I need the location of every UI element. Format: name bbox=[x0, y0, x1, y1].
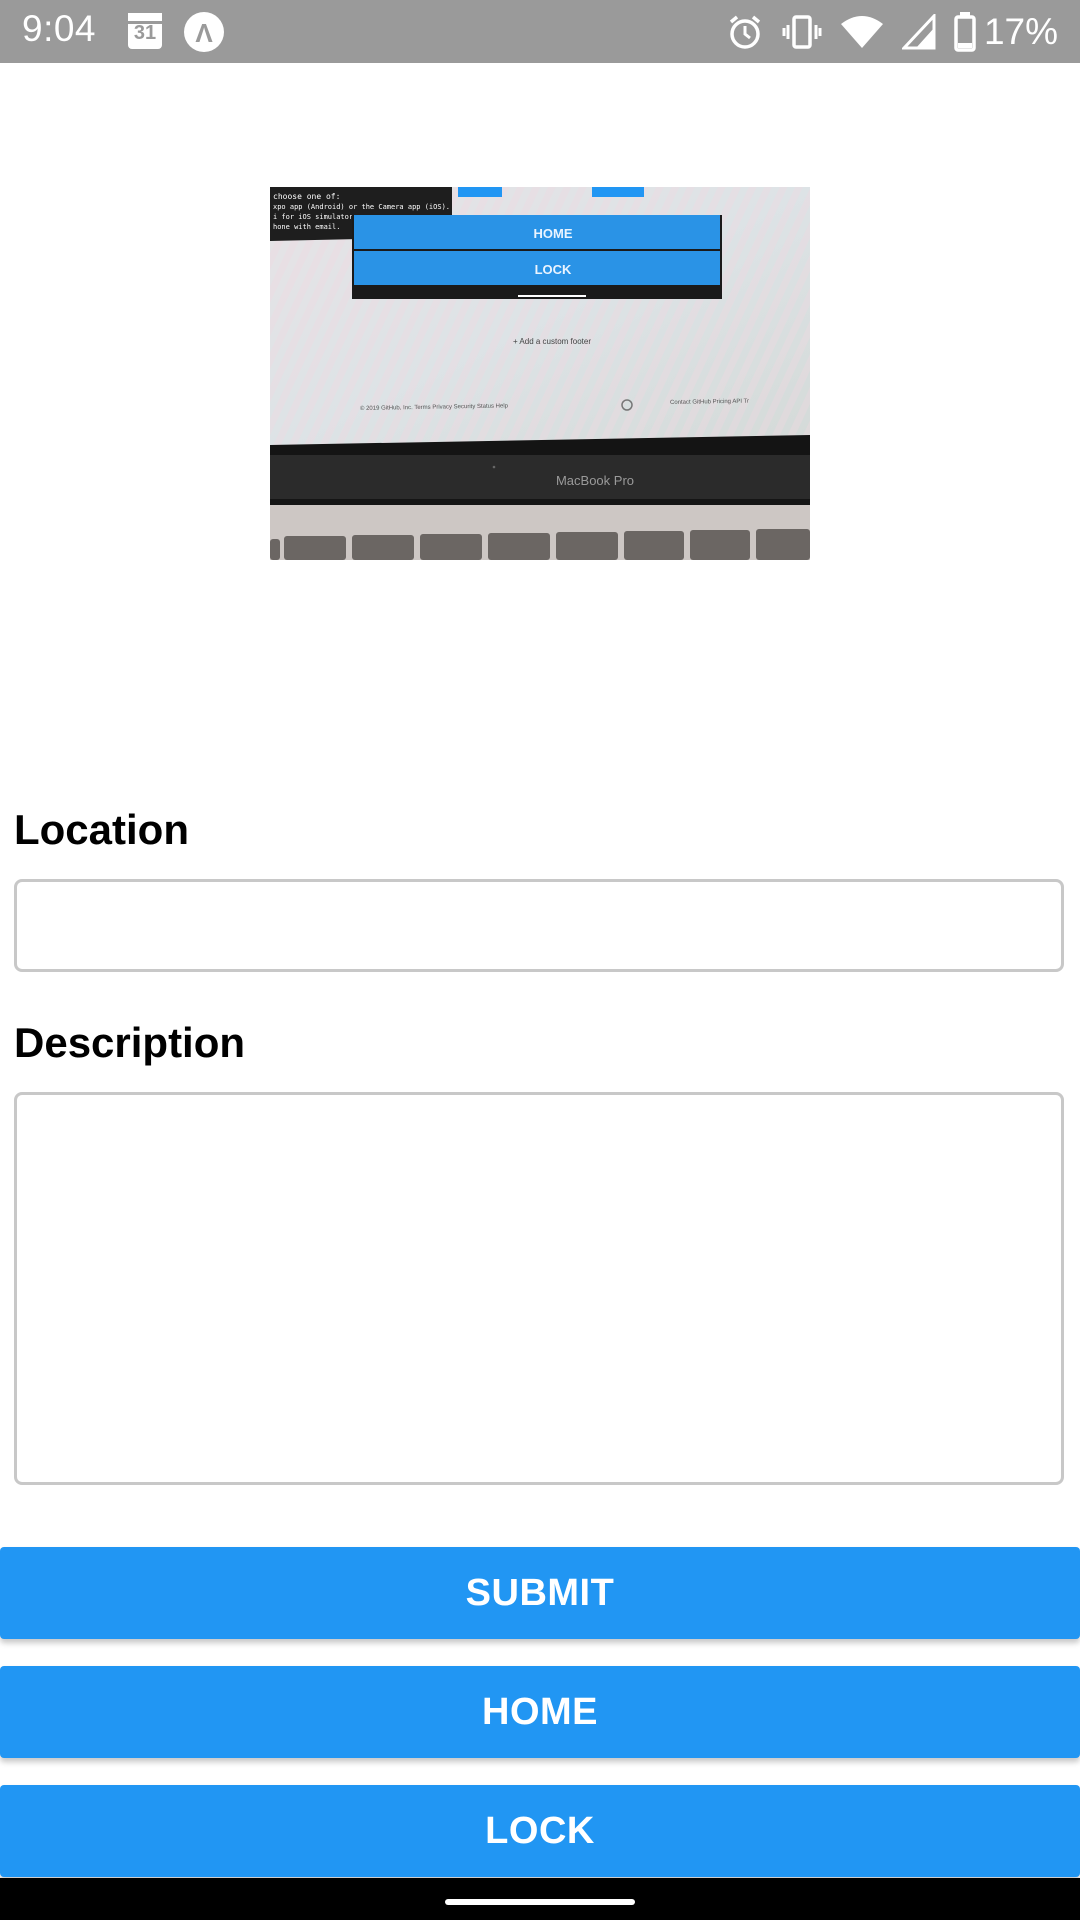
status-bar: 9:04 31 Λ 17% bbox=[0, 0, 1080, 63]
svg-text:MacBook Pro: MacBook Pro bbox=[556, 473, 634, 488]
wifi-icon bbox=[840, 14, 884, 50]
status-time: 9:04 bbox=[22, 8, 97, 49]
svg-text:i for iOS simulator.: i for iOS simulator. bbox=[273, 213, 357, 221]
alarm-icon bbox=[726, 13, 764, 51]
navigation-bar bbox=[0, 1878, 1080, 1920]
cell-signal-icon bbox=[901, 14, 936, 50]
location-input[interactable] bbox=[14, 879, 1064, 972]
submit-button[interactable]: SUBMIT bbox=[0, 1547, 1080, 1639]
battery-percent: 17% bbox=[983, 11, 1058, 52]
captured-photo: choose one of: xpo app (Android) or the … bbox=[270, 187, 810, 560]
lock-button[interactable]: LOCK bbox=[0, 1785, 1080, 1877]
svg-text:choose one of:: choose one of: bbox=[273, 192, 340, 201]
calendar-icon: 31 bbox=[128, 13, 162, 49]
description-input[interactable] bbox=[14, 1092, 1064, 1485]
battery-icon bbox=[954, 12, 976, 52]
home-gesture-handle[interactable] bbox=[445, 1899, 635, 1905]
vibrate-icon bbox=[782, 13, 822, 51]
svg-text:xpo app (Android) or the Camer: xpo app (Android) or the Camera app (iOS… bbox=[273, 203, 450, 211]
description-label: Description bbox=[14, 1019, 246, 1066]
svg-text:hone with email.: hone with email. bbox=[273, 223, 340, 231]
svg-text:LOCK: LOCK bbox=[535, 262, 572, 277]
svg-text:HOME: HOME bbox=[534, 226, 573, 241]
status-icons: 17% bbox=[708, 10, 1058, 54]
svg-text:+ Add a custom footer: + Add a custom footer bbox=[513, 337, 591, 346]
app-notification-icon: Λ bbox=[184, 12, 224, 52]
home-button[interactable]: HOME bbox=[0, 1666, 1080, 1758]
location-label: Location bbox=[14, 806, 189, 853]
